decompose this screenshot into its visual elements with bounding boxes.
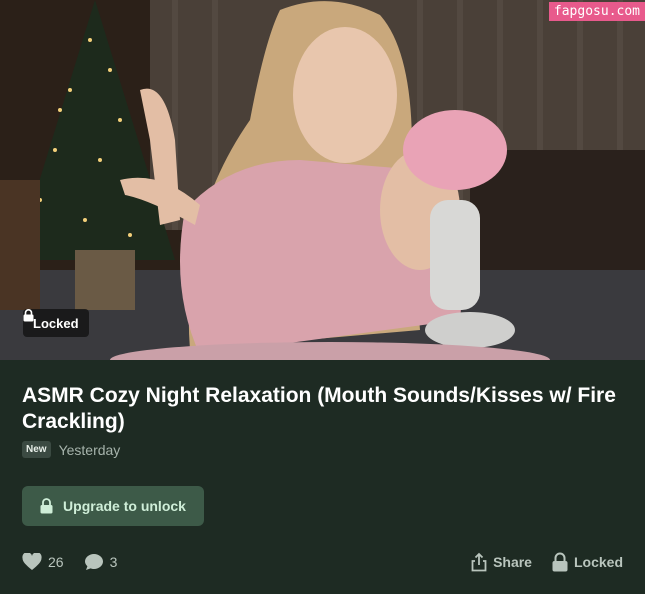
comment-button[interactable]: 3 [84, 553, 118, 571]
like-count: 26 [48, 554, 64, 570]
lock-icon [23, 309, 34, 322]
upgrade-button-label: Upgrade to unlock [63, 498, 186, 514]
new-badge: New [22, 441, 51, 458]
comment-count: 3 [109, 554, 118, 570]
share-label: Share [493, 554, 532, 570]
upgrade-to-unlock-button[interactable]: Upgrade to unlock [22, 486, 204, 526]
post-thumbnail[interactable]: Locked fapgosu.com [0, 0, 645, 360]
post-timestamp: Yesterday [58, 441, 121, 458]
locked-badge-label: Locked [33, 315, 79, 331]
thumbnail-image [0, 0, 645, 360]
locked-badge: Locked [23, 309, 89, 337]
watermark: fapgosu.com [548, 2, 645, 21]
locked-label: Locked [573, 554, 623, 570]
share-icon [471, 552, 487, 572]
lock-icon [552, 552, 568, 572]
lock-icon [40, 498, 53, 514]
comment-icon [84, 554, 103, 570]
heart-icon [22, 553, 42, 570]
post-title[interactable]: ASMR Cozy Night Relaxation (Mouth Sounds… [22, 383, 622, 435]
post-card: Locked fapgosu.com ASMR Cozy Night Relax… [0, 0, 645, 594]
share-button[interactable]: Share [471, 552, 532, 572]
post-footer: 26 3 Share Locked [22, 548, 623, 576]
post-meta: New Yesterday [22, 441, 120, 458]
like-button[interactable]: 26 [22, 553, 64, 571]
locked-status: Locked [552, 552, 623, 572]
